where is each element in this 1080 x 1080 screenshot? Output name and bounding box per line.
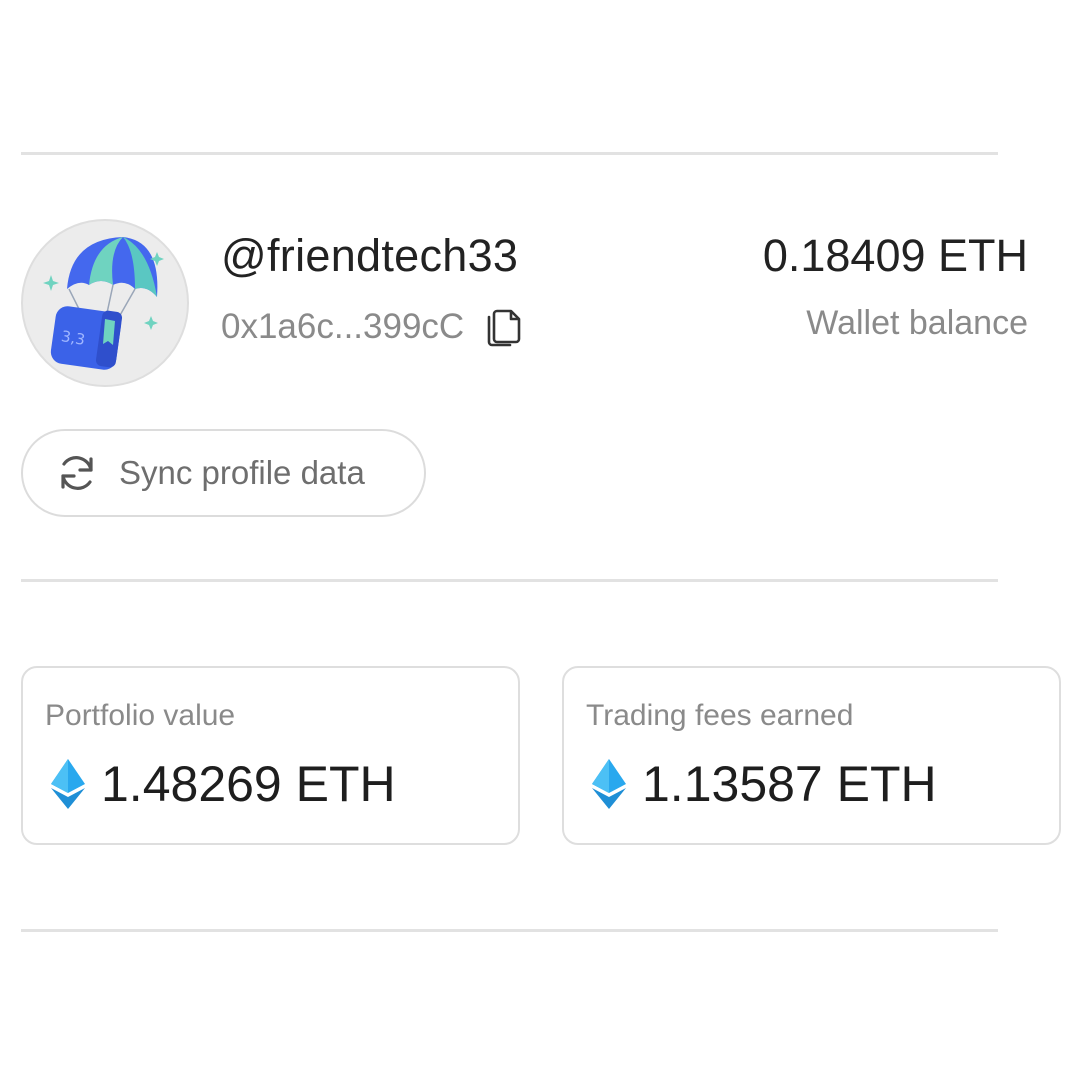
address-row: 0x1a6c...399cC [221, 305, 524, 349]
portfolio-value-card: Portfolio value 1.48269 ETH [21, 666, 520, 845]
parachute-box-icon: 3,3 [43, 237, 164, 370]
copy-icon [487, 309, 521, 347]
trading-fees-row: 1.13587 ETH [592, 754, 937, 814]
trading-fees-label: Trading fees earned [586, 699, 854, 732]
profile-page: 3,3 @friendtech33 0x1a6c...399cC 0.18409… [0, 0, 1080, 1080]
middle-divider [21, 579, 998, 582]
sync-profile-label: Sync profile data [119, 454, 365, 491]
wallet-balance-value: 0.18409 ETH [762, 230, 1028, 281]
trading-fees-value: 1.13587 ETH [642, 756, 937, 812]
ethereum-icon [51, 759, 85, 809]
ethereum-icon [592, 759, 626, 809]
avatar[interactable]: 3,3 [21, 219, 189, 387]
sync-profile-button[interactable]: Sync profile data [21, 429, 426, 517]
refresh-icon [61, 456, 93, 490]
trading-fees-card: Trading fees earned 1.13587 ETH [562, 666, 1061, 845]
username: @friendtech33 [221, 230, 519, 281]
portfolio-value-label: Portfolio value [45, 699, 236, 732]
portfolio-value-row: 1.48269 ETH [51, 754, 396, 814]
bottom-divider [21, 929, 998, 932]
wallet-address: 0x1a6c...399cC [221, 307, 465, 346]
top-divider [21, 152, 998, 155]
portfolio-value: 1.48269 ETH [101, 756, 396, 812]
wallet-balance-label: Wallet balance [806, 304, 1028, 342]
copy-address-button[interactable] [484, 305, 524, 349]
